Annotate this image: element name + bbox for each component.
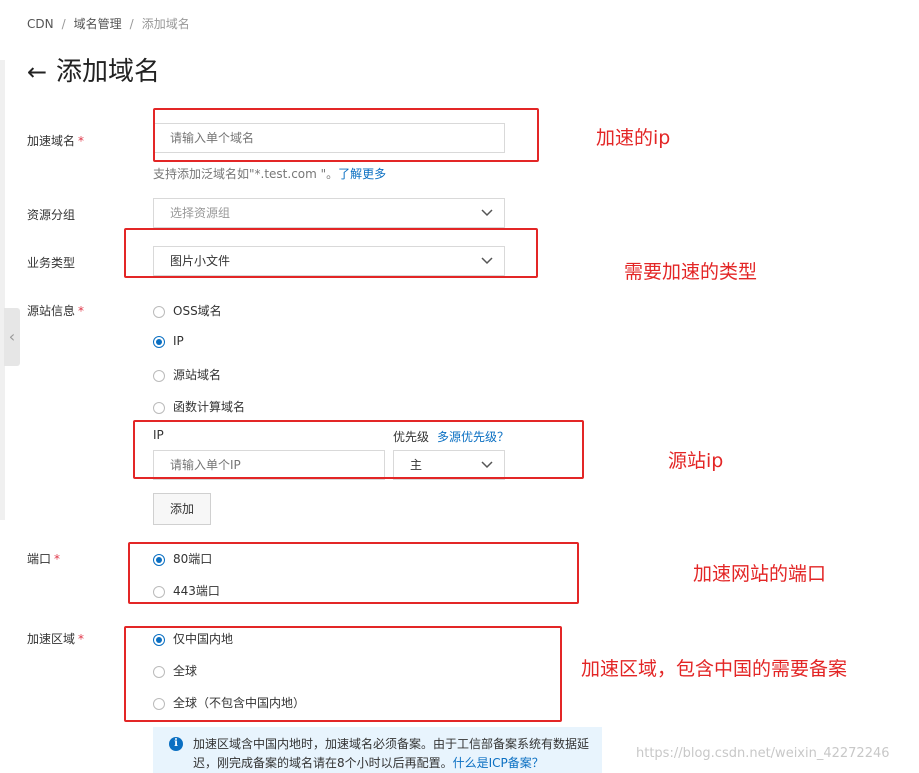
annotation-text-region: 加速区域，包含中国的需要备案 xyxy=(581,658,848,680)
origin-option-oss[interactable]: OSS域名 xyxy=(153,302,222,319)
domain-hint: 支持添加泛域名如"*.test.com "。了解更多 xyxy=(153,167,387,181)
icp-notice: i 加速区域含中国内地时，加速域名必须备案。由于工信部备案系统有数据延迟，刚完成… xyxy=(153,727,602,773)
breadcrumb: CDN / 域名管理 / 添加域名 xyxy=(27,15,190,32)
resource-group-label: 资源分组 xyxy=(27,208,76,222)
learn-more-link[interactable]: 了解更多 xyxy=(338,167,386,181)
business-type-label: 业务类型 xyxy=(27,256,76,270)
annotation-text-origin-ip: 源站ip xyxy=(668,450,724,472)
add-origin-button[interactable]: 添加 xyxy=(153,493,211,525)
origin-option-function[interactable]: 函数计算域名 xyxy=(153,398,245,415)
breadcrumb-current: 添加域名 xyxy=(141,17,190,31)
breadcrumb-separator: / xyxy=(61,17,66,31)
origin-label: 源站信息 * xyxy=(27,304,85,318)
watermark: https://blog.csdn.net/weixin_42272246 xyxy=(636,746,890,761)
annotation-text-type: 需要加速的类型 xyxy=(624,261,758,283)
annotation-box-port xyxy=(128,542,579,604)
chevron-left-icon: ‹ xyxy=(8,327,16,346)
annotation-text-port: 加速网站的端口 xyxy=(693,563,827,585)
breadcrumb-separator: / xyxy=(129,17,134,31)
info-icon: i xyxy=(169,737,183,751)
resource-group-select[interactable]: 选择资源组 xyxy=(153,198,505,228)
annotation-box-domain xyxy=(153,108,539,162)
back-arrow-icon[interactable]: ← xyxy=(27,58,47,86)
chevron-down-icon xyxy=(481,209,493,217)
domain-label: 加速域名 * xyxy=(27,134,85,148)
region-label: 加速区域 * xyxy=(27,632,85,646)
port-label: 端口 * xyxy=(27,552,61,566)
annotation-box-type xyxy=(124,228,538,278)
radio-icon[interactable] xyxy=(153,369,165,382)
resource-group-placeholder: 选择资源组 xyxy=(170,206,231,220)
radio-icon[interactable] xyxy=(153,305,165,318)
collapse-sidebar-handle[interactable]: ‹ xyxy=(4,308,20,366)
icp-link[interactable]: 什么是ICP备案？ xyxy=(453,756,544,770)
origin-option-ip[interactable]: IP xyxy=(153,334,184,348)
origin-option-domain[interactable]: 源站域名 xyxy=(153,366,221,383)
breadcrumb-cdn[interactable]: CDN xyxy=(27,17,54,31)
annotation-box-region xyxy=(124,626,562,722)
left-panel-edge xyxy=(0,60,5,520)
radio-selected-icon[interactable] xyxy=(153,335,165,348)
page-title: 添加域名 xyxy=(56,57,161,87)
breadcrumb-domain-management[interactable]: 域名管理 xyxy=(74,17,122,31)
annotation-box-origin-ip xyxy=(133,420,584,479)
radio-icon[interactable] xyxy=(153,401,165,414)
annotation-text-domain: 加速的ip xyxy=(596,127,671,149)
